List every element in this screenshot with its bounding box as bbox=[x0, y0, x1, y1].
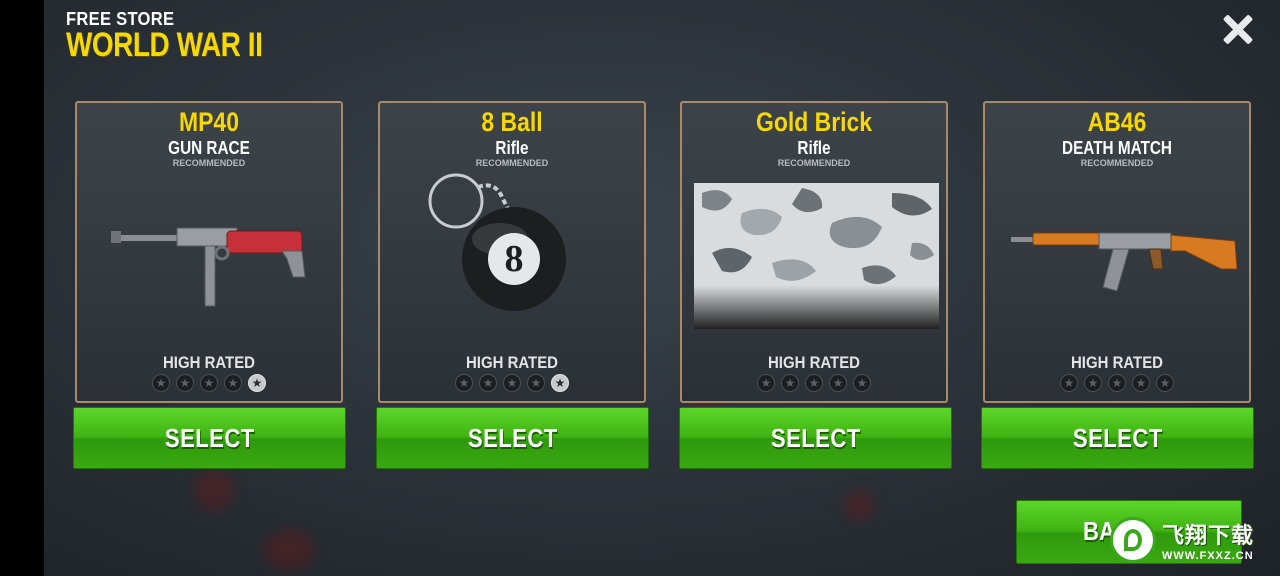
star-icon: ★ bbox=[224, 374, 242, 392]
star-icon: ★ bbox=[479, 374, 497, 392]
camo-skin-swatch bbox=[682, 173, 946, 343]
star-icon: ★ bbox=[805, 374, 823, 392]
rating-label: HIGH RATED bbox=[768, 353, 860, 372]
select-button-8-ball[interactable]: SELECT bbox=[376, 407, 649, 469]
star-icon: ★ bbox=[503, 374, 521, 392]
star-icon: ★ bbox=[829, 374, 847, 392]
item-card-ab46[interactable]: AB46 DEATH MATCH RECOMMENDED HIGH RATED … bbox=[983, 101, 1251, 403]
star-icon: ★ bbox=[1156, 374, 1174, 392]
rating-label: HIGH RATED bbox=[163, 353, 255, 372]
select-button-mp40[interactable]: SELECT bbox=[73, 407, 346, 469]
svg-text:8: 8 bbox=[505, 238, 524, 280]
watermark-text: 飞翔下载 bbox=[1162, 523, 1255, 548]
item-mode: Rifle bbox=[495, 138, 529, 158]
select-button-gold-brick[interactable]: SELECT bbox=[679, 407, 952, 469]
star-icon: ★ bbox=[527, 374, 545, 392]
recommended-tag: RECOMMENDED bbox=[475, 158, 549, 168]
star-icon: ★ bbox=[1060, 374, 1078, 392]
rating-stars: ★ ★ ★ ★ ★ bbox=[380, 374, 644, 392]
rating-label: HIGH RATED bbox=[1071, 353, 1163, 372]
star-icon: ★ bbox=[1108, 374, 1126, 392]
store-title: WORLD WAR II bbox=[66, 26, 263, 64]
item-name: 8 Ball bbox=[481, 107, 543, 137]
star-icon: ★ bbox=[176, 374, 194, 392]
recommended-tag: RECOMMENDED bbox=[1080, 158, 1154, 168]
rating-stars: ★ ★ ★ ★ ★ bbox=[682, 374, 946, 392]
mp40-gun-icon bbox=[77, 173, 341, 343]
item-name: MP40 bbox=[179, 107, 239, 137]
watermark-url: WWW.FXXZ.CN bbox=[1162, 550, 1254, 562]
star-icon: ★ bbox=[757, 374, 775, 392]
item-mode: Rifle bbox=[797, 138, 831, 158]
left-black-bar bbox=[0, 0, 44, 576]
recommended-tag: RECOMMENDED bbox=[777, 158, 851, 168]
star-icon: ★ bbox=[781, 374, 799, 392]
item-name: AB46 bbox=[1087, 107, 1147, 137]
item-mode: GUN RACE bbox=[168, 138, 250, 158]
item-card-gold-brick[interactable]: Gold Brick Rifle RECOMMENDED HIGH RATED … bbox=[680, 101, 948, 403]
star-icon: ★ bbox=[455, 374, 473, 392]
8-ball-keychain-icon: 8 bbox=[380, 173, 644, 343]
watermark: 飞翔下载 WWW.FXXZ.CN bbox=[1110, 514, 1270, 566]
recommended-tag: RECOMMENDED bbox=[172, 158, 246, 168]
ak-rifle-icon bbox=[985, 173, 1249, 343]
rating-stars: ★ ★ ★ ★ ★ bbox=[985, 374, 1249, 392]
star-icon: ★ bbox=[1132, 374, 1150, 392]
star-icon: ★ bbox=[152, 374, 170, 392]
rating-label: HIGH RATED bbox=[466, 353, 558, 372]
item-mode: DEATH MATCH bbox=[1062, 138, 1172, 158]
watermark-logo-icon bbox=[1110, 517, 1156, 563]
item-card-mp40[interactable]: MP40 GUN RACE RECOMMENDED HIGH RATED ★ ★… bbox=[75, 101, 343, 403]
item-name: Gold Brick bbox=[755, 107, 873, 137]
rating-stars: ★ ★ ★ ★ ★ bbox=[77, 374, 341, 392]
star-icon: ★ bbox=[1084, 374, 1102, 392]
item-card-8-ball[interactable]: 8 Ball Rifle RECOMMENDED 8 HIGH RATED ★ … bbox=[378, 101, 646, 403]
star-icon: ★ bbox=[200, 374, 218, 392]
star-icon: ★ bbox=[853, 374, 871, 392]
close-icon[interactable] bbox=[1218, 10, 1258, 50]
select-button-ab46[interactable]: SELECT bbox=[981, 407, 1254, 469]
star-icon: ★ bbox=[248, 374, 266, 392]
star-icon: ★ bbox=[551, 374, 569, 392]
